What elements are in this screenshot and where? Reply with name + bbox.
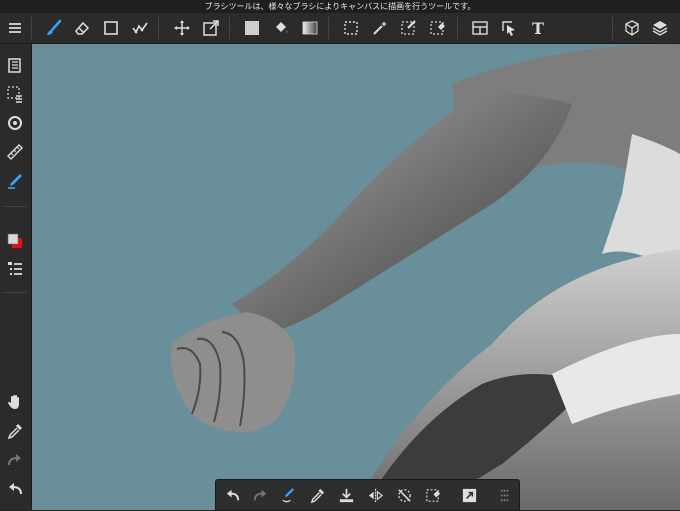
select-clear-icon[interactable] [421,483,445,507]
bottom-command-bar [215,479,520,511]
transform-icon[interactable] [199,16,223,40]
select-rect-icon[interactable] [339,16,363,40]
drawing-canvas[interactable] [32,44,680,510]
flip-icon[interactable] [363,483,387,507]
selection-menu-icon[interactable] [3,82,27,106]
shape-icon[interactable] [99,16,123,40]
select-eraser-icon[interactable] [426,16,450,40]
bucket-icon[interactable] [269,16,293,40]
toolbar-divider [31,17,32,39]
undo-icon[interactable] [220,483,244,507]
redo-icon[interactable] [248,483,272,507]
snap-icon[interactable] [3,111,27,135]
eraser-icon[interactable] [70,16,94,40]
move-icon[interactable] [170,16,194,40]
select-layer-icon[interactable] [497,16,521,40]
toolbar-divider [328,17,329,39]
toolbar-divider [158,17,159,39]
menu-icon[interactable] [3,16,27,40]
gradient-icon[interactable] [298,16,322,40]
export-icon[interactable] [457,483,481,507]
redo-icon[interactable] [3,448,27,472]
sidebar-divider [4,206,26,207]
fill-color-icon[interactable] [240,16,264,40]
status-bar: ブラシツールは、様々なブラシによりキャンバスに描画を行うツールです。 [0,0,680,13]
brush-icon[interactable] [42,16,66,40]
fill-layer-icon[interactable] [334,483,358,507]
select-pen-icon[interactable] [397,16,421,40]
magic-wand-icon[interactable] [368,16,392,40]
ruler-icon[interactable] [3,140,27,164]
text-icon[interactable]: T [526,16,550,40]
brush-swap-icon[interactable] [276,483,300,507]
toolbar-divider [612,17,613,39]
layers-icon[interactable] [648,16,672,40]
left-sidebar [0,44,32,510]
toolbar-divider [229,17,230,39]
top-toolbar: T [0,13,680,44]
sidebar-divider [4,292,26,293]
grip-icon[interactable] [492,483,516,507]
toolbar-divider [457,17,458,39]
eyedropper-icon[interactable] [305,483,329,507]
artwork-arm [171,44,680,510]
status-tooltip: ブラシツールは、様々なブラシによりキャンバスに描画を行うツールです。 [204,2,476,11]
color-swatch[interactable] [3,229,27,253]
hand-icon[interactable] [3,390,27,414]
undo-icon[interactable] [3,477,27,501]
deselect-icon[interactable] [392,483,416,507]
layer-list-icon[interactable] [3,257,27,281]
pen-icon[interactable] [3,169,27,193]
frame-icon[interactable] [468,16,492,40]
eyedropper-icon[interactable] [3,419,27,443]
materials-icon[interactable] [620,16,644,40]
pages-icon[interactable] [3,53,27,77]
correction-icon[interactable] [128,16,152,40]
